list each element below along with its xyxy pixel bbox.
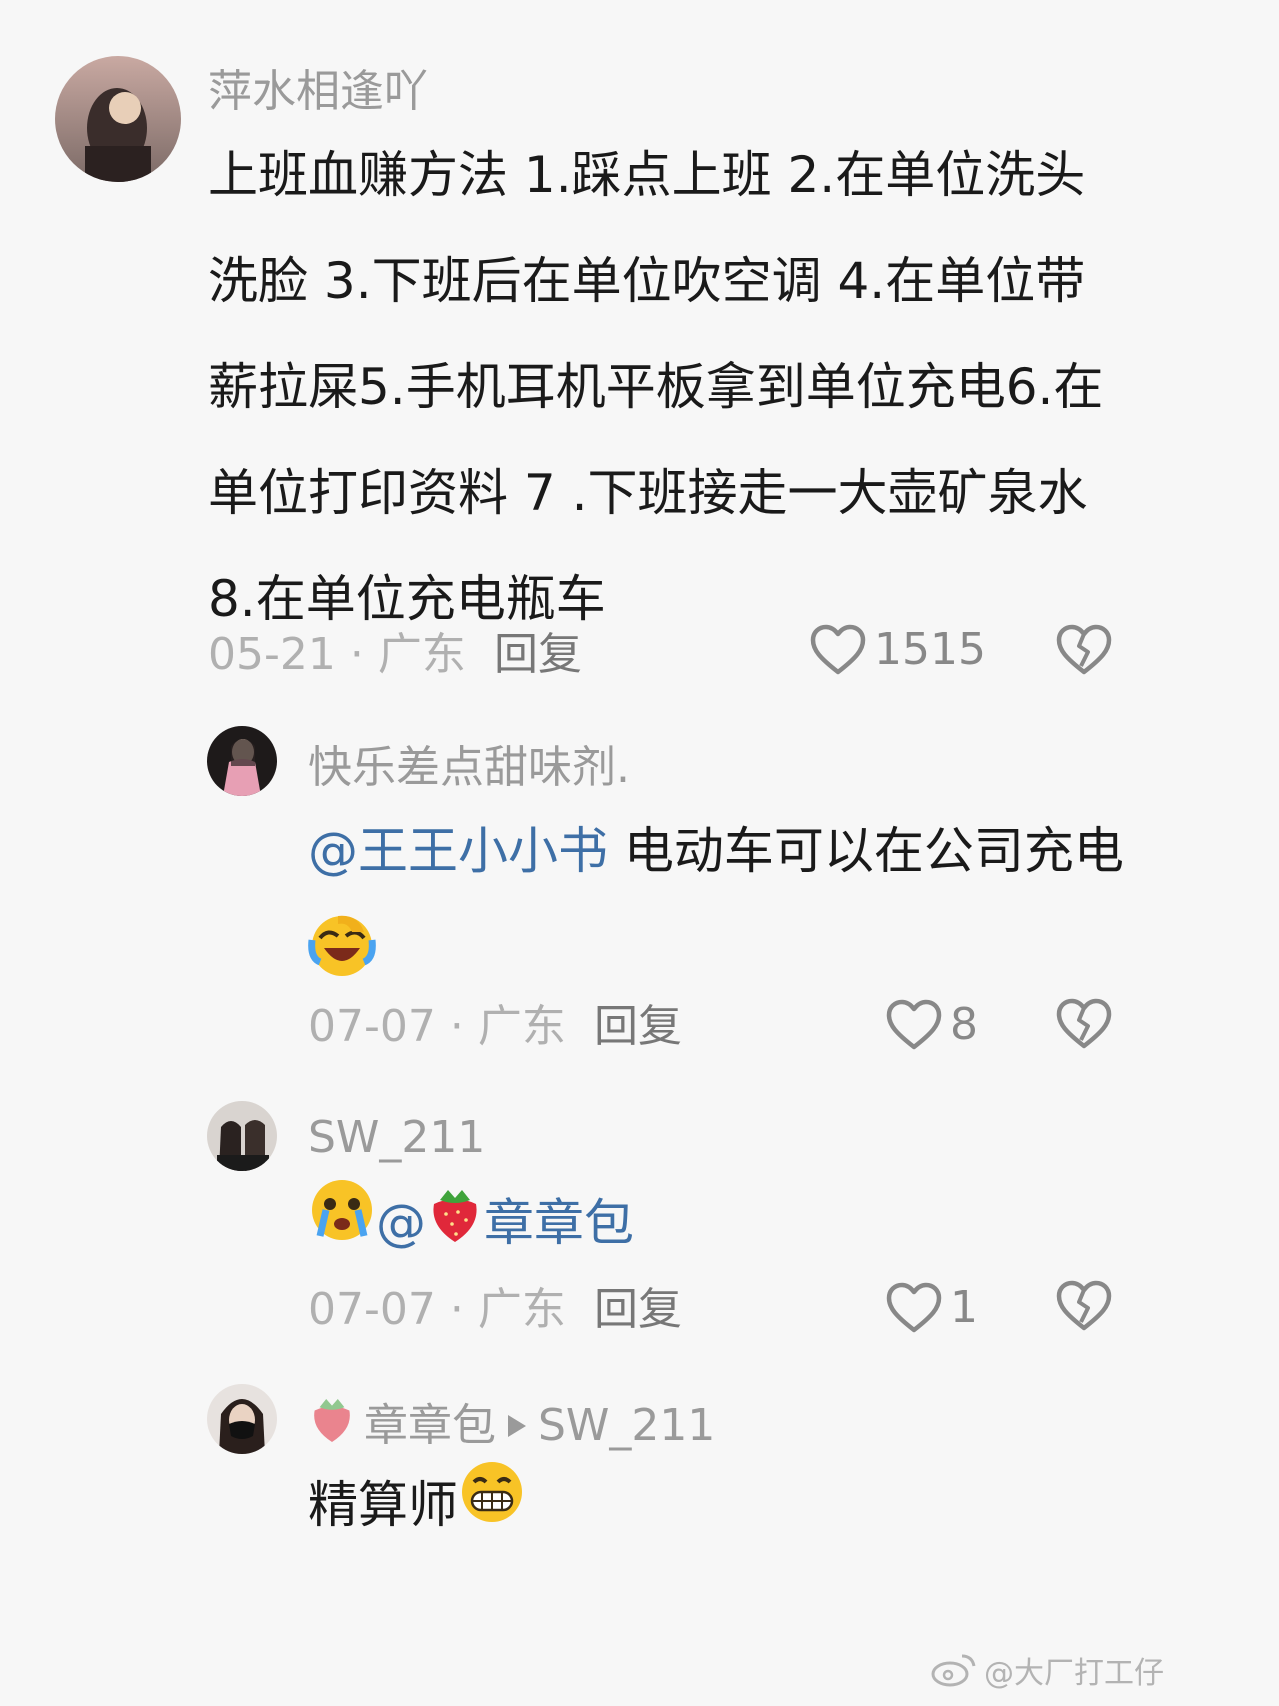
strawberry-icon bbox=[426, 1174, 484, 1280]
broken-heart-icon bbox=[1056, 998, 1112, 1049]
comment-text: 精算师 bbox=[308, 1452, 1148, 1562]
comment-body: 电动车可以在公司充电 bbox=[608, 822, 1124, 880]
separator: · bbox=[335, 629, 378, 680]
comment-meta: 05-21 · 广东 bbox=[208, 625, 466, 685]
broken-heart-icon bbox=[1056, 1280, 1112, 1331]
dislike-button[interactable] bbox=[1056, 1280, 1112, 1336]
like-count: 8 bbox=[950, 999, 978, 1050]
dislike-button[interactable] bbox=[1056, 998, 1112, 1054]
crying-emoji bbox=[308, 1174, 376, 1280]
comment-meta: 07-07 · 广东 bbox=[308, 1280, 566, 1340]
mention-link[interactable]: @ 章章包 bbox=[376, 1189, 634, 1252]
avatar[interactable] bbox=[207, 1101, 277, 1171]
heart-icon bbox=[810, 624, 866, 675]
username[interactable]: 章章包 bbox=[364, 1396, 496, 1456]
avatar[interactable] bbox=[207, 1384, 277, 1454]
comment-text: 上班血赚方法 1.踩点上班 2.在单位洗头洗脸 3.下班后在单位吹空调 4.在单… bbox=[208, 146, 1104, 628]
mention-at: @ bbox=[376, 1194, 426, 1252]
reply-button[interactable]: 回复 bbox=[594, 1280, 682, 1340]
comment-body: 精算师 bbox=[308, 1476, 458, 1534]
username[interactable]: SW_211 bbox=[308, 1108, 485, 1168]
reply-button[interactable]: 回复 bbox=[494, 625, 582, 685]
comment-date: 07-07 bbox=[308, 1284, 436, 1335]
avatar[interactable] bbox=[207, 726, 277, 796]
username-line: 章章包 SW_211 bbox=[308, 1392, 715, 1460]
avatar[interactable] bbox=[55, 56, 181, 182]
strawberry-icon bbox=[308, 1392, 356, 1460]
broken-heart-icon bbox=[1056, 624, 1112, 675]
like-button[interactable]: 1 bbox=[886, 1278, 978, 1338]
reply-arrow-icon bbox=[508, 1415, 526, 1437]
grin-emoji bbox=[458, 1456, 526, 1562]
heart-icon bbox=[886, 999, 942, 1050]
mention-link[interactable]: @王王小小书 bbox=[308, 822, 608, 880]
heart-icon bbox=[886, 1282, 942, 1333]
separator: · bbox=[435, 1001, 478, 1052]
comment-meta: 07-07 · 广东 bbox=[308, 997, 566, 1057]
watermark: @大厂打工仔 bbox=[930, 1648, 1164, 1692]
comment-date: 05-21 bbox=[208, 629, 336, 680]
separator: · bbox=[435, 1284, 478, 1335]
like-button[interactable]: 8 bbox=[886, 995, 978, 1055]
dislike-button[interactable] bbox=[1056, 624, 1112, 680]
comment-location: 广东 bbox=[477, 1284, 566, 1335]
comment-text: @ 章章包 bbox=[308, 1170, 1148, 1280]
like-count: 1515 bbox=[874, 624, 986, 675]
like-button[interactable]: 1515 bbox=[810, 620, 986, 680]
reply-to-username[interactable]: SW_211 bbox=[538, 1396, 715, 1456]
like-count: 1 bbox=[950, 1282, 978, 1333]
comment-location: 广东 bbox=[377, 629, 466, 680]
comment-date: 07-07 bbox=[308, 1001, 436, 1052]
username[interactable]: 萍水相逢吖 bbox=[208, 62, 428, 122]
comment-location: 广东 bbox=[477, 1001, 566, 1052]
reply-button[interactable]: 回复 bbox=[594, 997, 682, 1057]
username[interactable]: 快乐差点甜味剂. bbox=[308, 738, 630, 798]
watermark-text: @大厂打工仔 bbox=[984, 1656, 1164, 1691]
comment-text: @王王小小书 电动车可以在公司充电 bbox=[308, 798, 1148, 1014]
weibo-logo-icon bbox=[931, 1654, 976, 1687]
mention-name: 章章包 bbox=[484, 1194, 634, 1252]
